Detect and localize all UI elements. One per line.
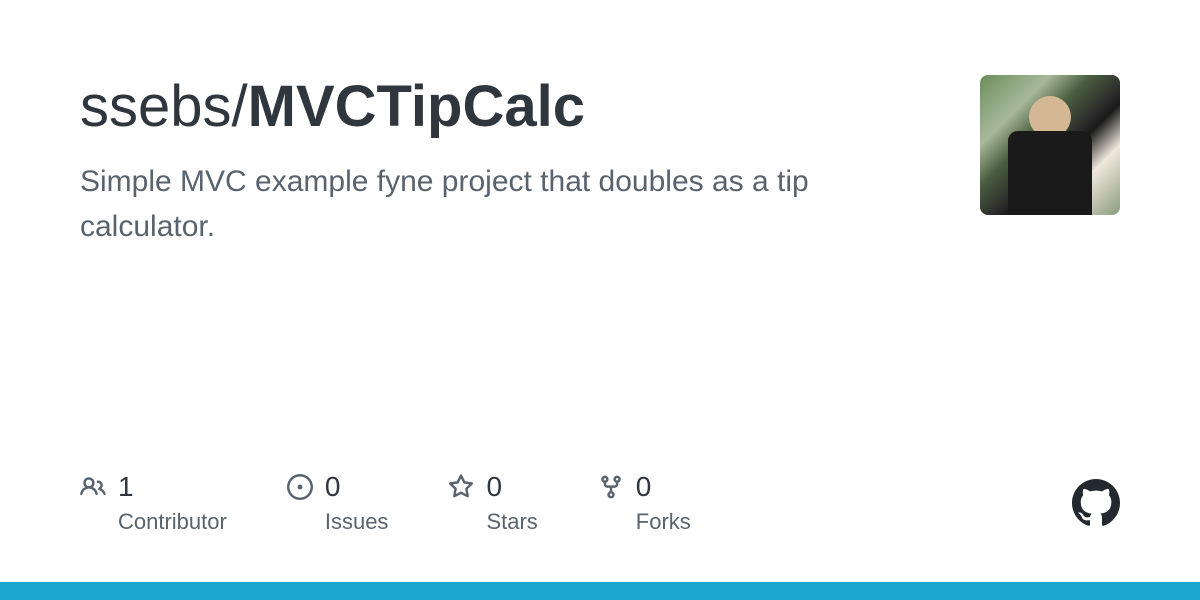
repo-separator: / <box>232 74 248 139</box>
avatar[interactable] <box>980 75 1120 215</box>
repo-owner[interactable]: ssebs <box>80 74 232 139</box>
issues-count: 0 <box>325 471 341 503</box>
star-icon <box>448 474 474 500</box>
accent-bar <box>0 582 1200 600</box>
repo-description: Simple MVC example fyne project that dou… <box>80 159 940 249</box>
stat-issues[interactable]: 0 Issues <box>287 471 389 535</box>
fork-icon <box>598 474 624 500</box>
contributors-count: 1 <box>118 471 134 503</box>
people-icon <box>80 474 106 500</box>
contributors-label: Contributor <box>118 509 227 535</box>
repo-name[interactable]: MVCTipCalc <box>248 74 585 139</box>
forks-count: 0 <box>636 471 652 503</box>
stat-forks[interactable]: 0 Forks <box>598 471 691 535</box>
repo-title: ssebs/MVCTipCalc <box>80 75 940 139</box>
forks-label: Forks <box>636 509 691 535</box>
issues-label: Issues <box>325 509 389 535</box>
stat-contributors[interactable]: 1 Contributor <box>80 471 227 535</box>
stars-label: Stars <box>486 509 537 535</box>
stars-count: 0 <box>486 471 502 503</box>
stat-stars[interactable]: 0 Stars <box>448 471 537 535</box>
github-logo-icon[interactable] <box>1072 479 1120 527</box>
issue-icon <box>287 474 313 500</box>
